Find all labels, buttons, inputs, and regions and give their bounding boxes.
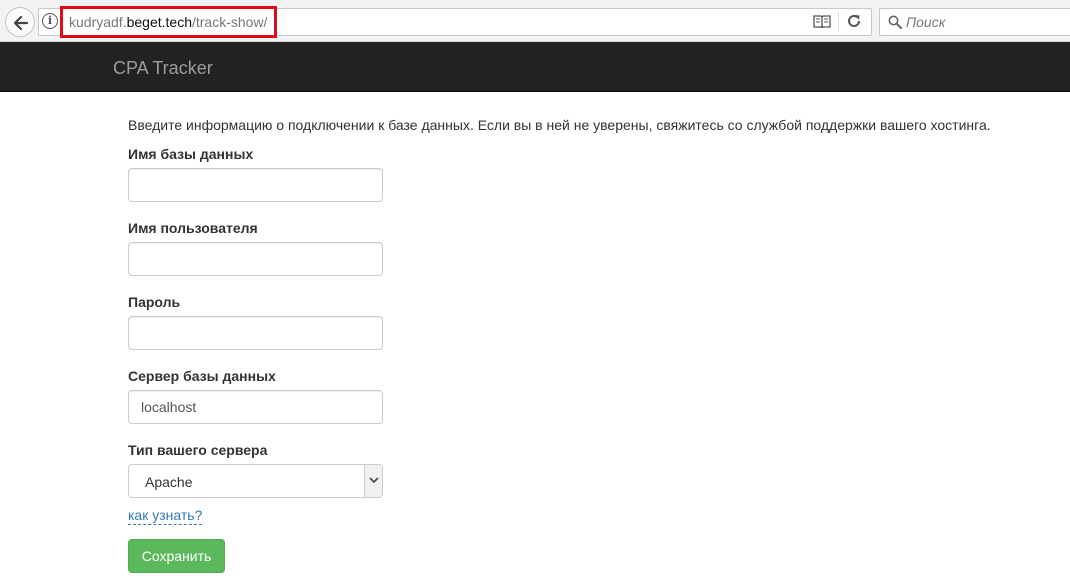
intro-text: Введите информацию о подключении к базе … — [128, 117, 991, 133]
chevron-down-icon — [369, 477, 379, 484]
site-info-icon[interactable]: i — [42, 13, 58, 29]
server-type-select[interactable]: Apache — [128, 464, 383, 498]
browser-toolbar: i kudryadf.beget.tech/track-show/ Поиск — [0, 0, 1070, 42]
brand-title[interactable]: CPA Tracker — [113, 58, 213, 78]
reader-view-icon[interactable] — [813, 14, 831, 28]
reload-icon[interactable] — [846, 13, 862, 29]
navbar: CPA Tracker — [0, 42, 1070, 92]
dropdown-button[interactable] — [364, 465, 382, 497]
how-to-find-link[interactable]: как узнать? — [128, 506, 203, 525]
toolbar-separator — [838, 12, 839, 32]
user-input[interactable] — [128, 242, 383, 276]
password-label: Пароль — [128, 294, 181, 310]
db-name-input[interactable] — [128, 168, 383, 202]
server-input[interactable] — [128, 390, 383, 424]
user-label: Имя пользователя — [128, 220, 258, 236]
url-highlight-box — [60, 6, 277, 38]
back-arrow-icon — [13, 15, 29, 31]
search-placeholder[interactable]: Поиск — [906, 14, 945, 30]
server-label: Сервер базы данных — [128, 368, 276, 384]
db-name-label: Имя базы данных — [128, 146, 254, 162]
save-button[interactable]: Сохранить — [128, 539, 225, 573]
server-type-value: Apache — [145, 474, 193, 490]
password-input[interactable] — [128, 316, 383, 350]
back-button[interactable] — [5, 7, 35, 37]
server-type-label: Тип вашего сервера — [128, 442, 268, 458]
search-icon — [888, 15, 902, 29]
